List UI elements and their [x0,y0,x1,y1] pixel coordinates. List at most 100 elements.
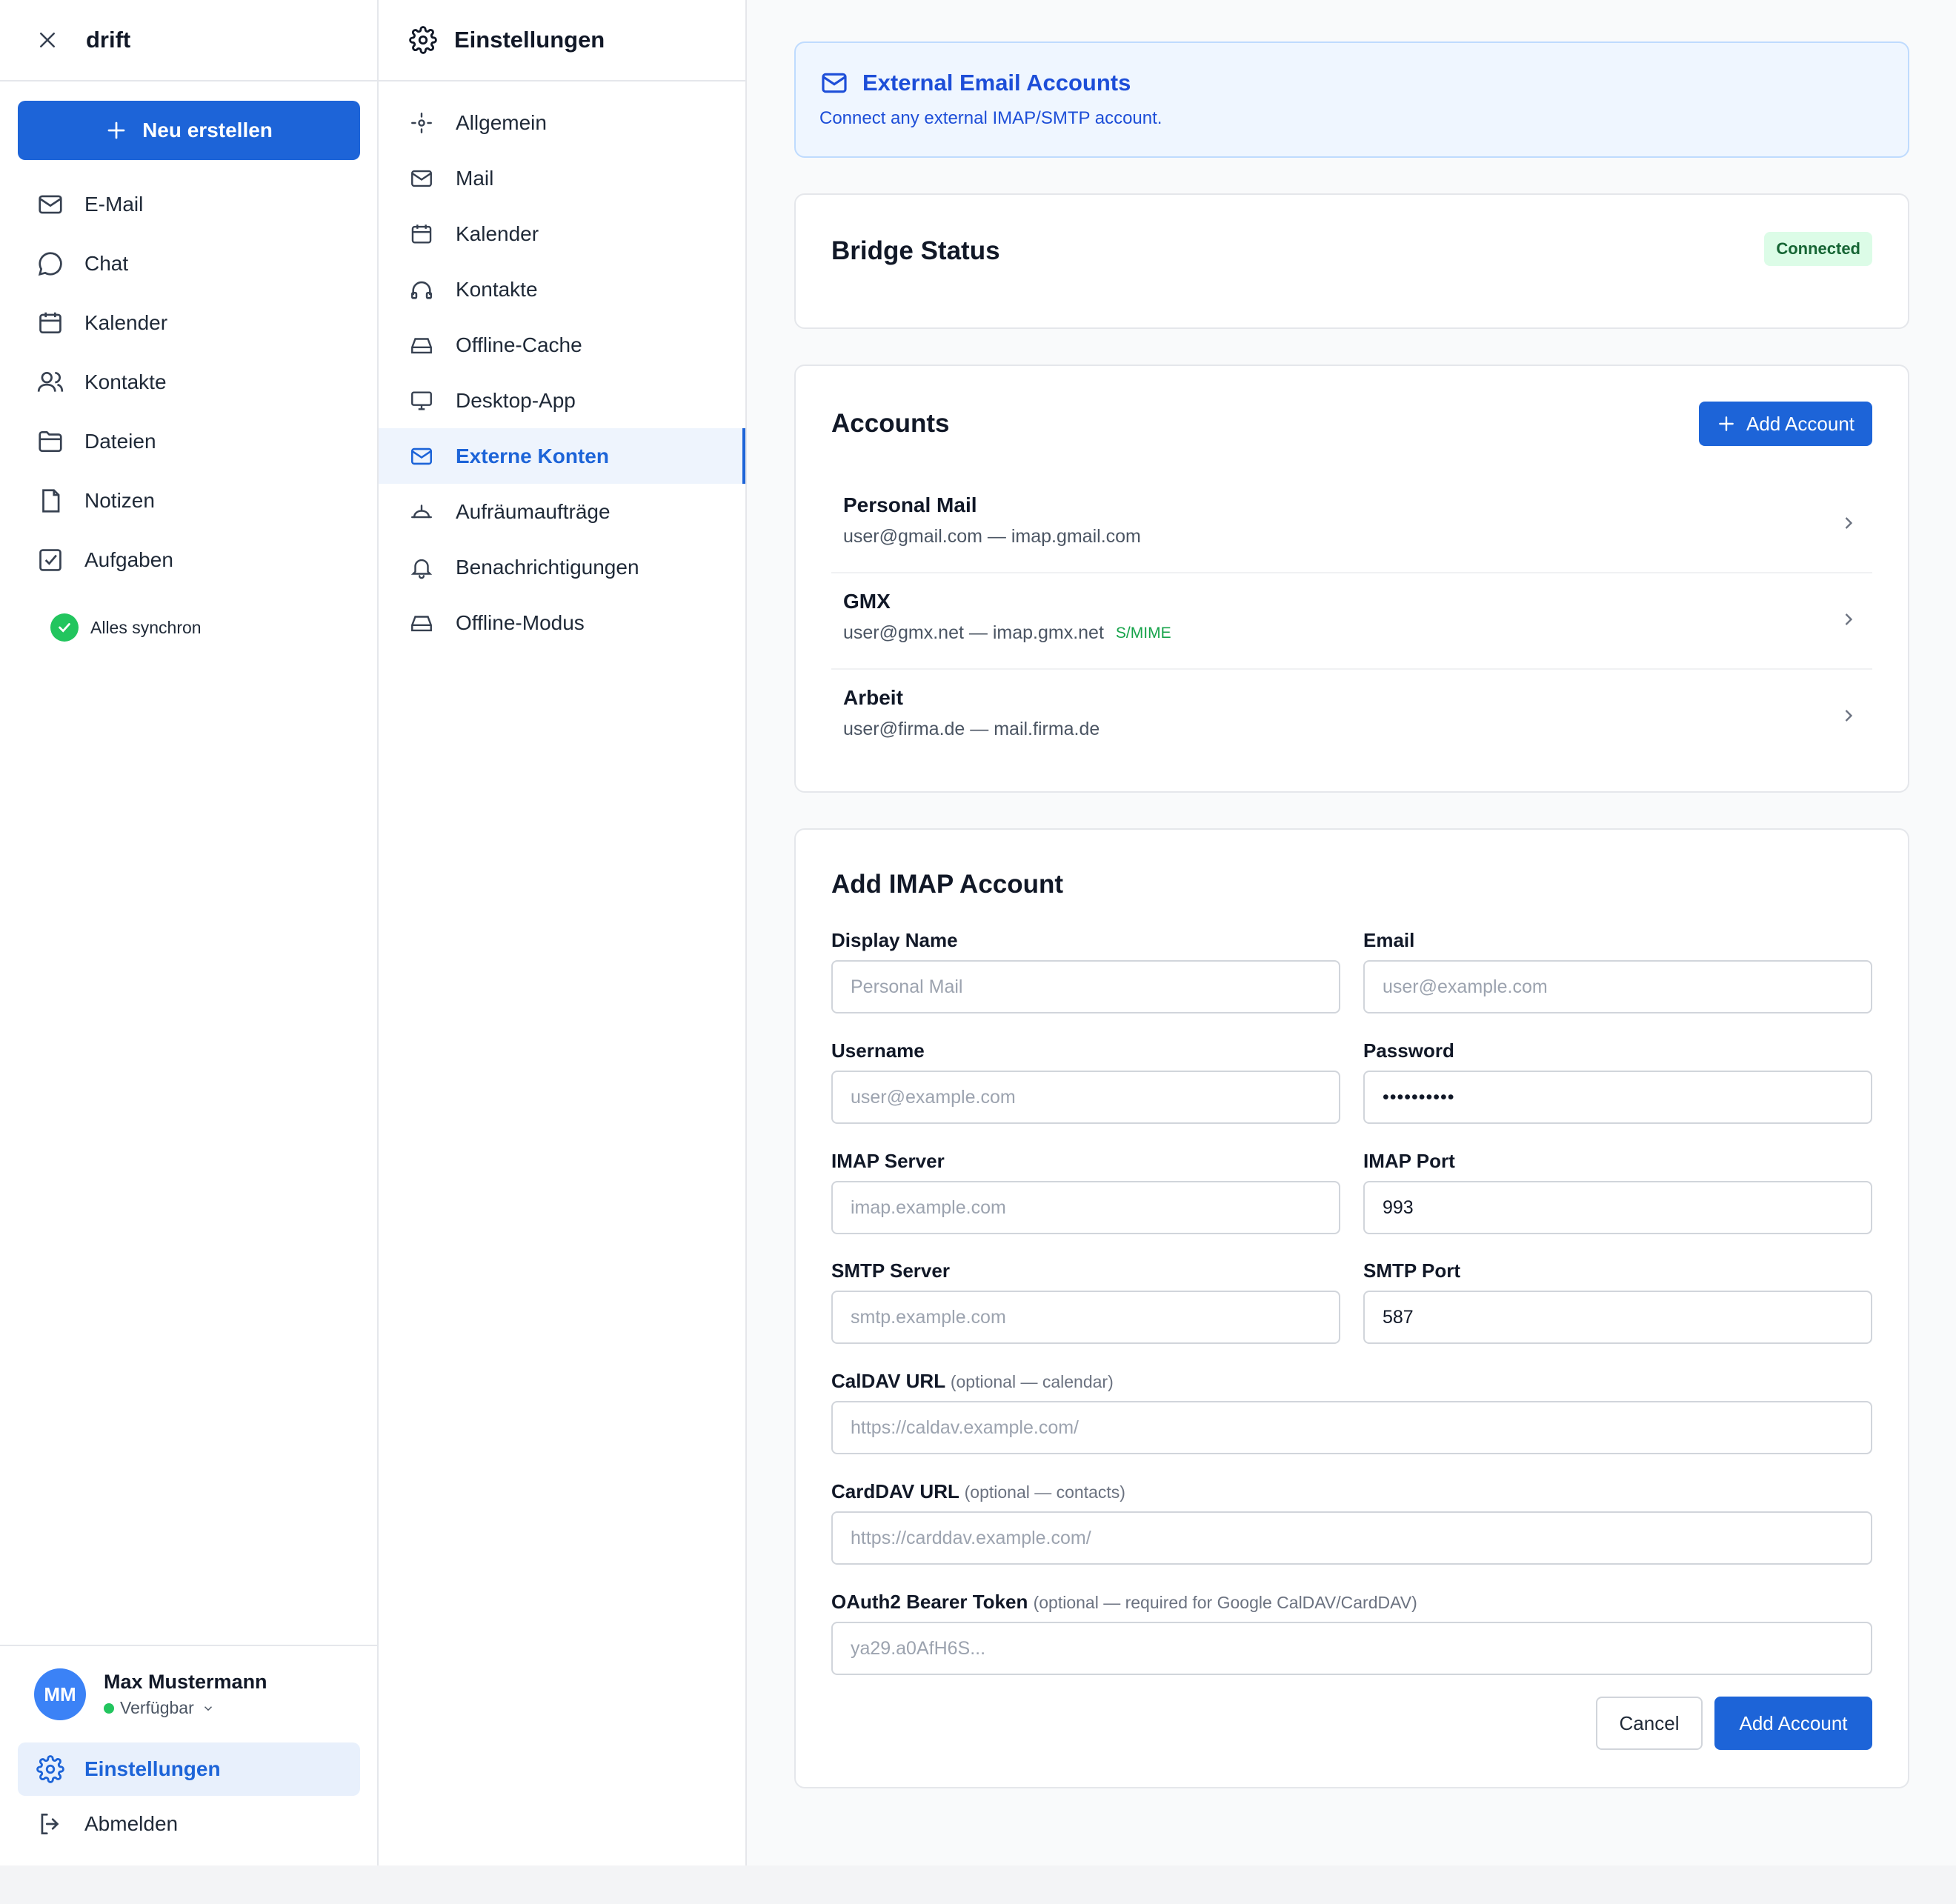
add-account-button[interactable]: Add Account [1699,402,1872,446]
sidebar-item-files[interactable]: Dateien [18,412,360,471]
smtp-port-label: SMTP Port [1363,1259,1460,1282]
settings-item-label: Externe Konten [456,444,609,467]
display-name-field[interactable]: Personal Mail [831,960,1340,1013]
check-circle-icon [50,613,79,642]
caldav-label: CalDAV URL (optional — calendar) [831,1370,1114,1393]
new-create-button[interactable]: Neu erstellen [18,101,360,160]
chevron-right-icon [1845,517,1853,529]
mail-icon [408,443,435,470]
sidebar-item-chat[interactable]: Chat [18,234,360,293]
user-name: Max Mustermann [104,1671,267,1693]
calendar-icon [408,221,435,247]
app-window: drift Neu erstellen E-Mail Chat Kalender… [0,0,1956,1865]
sidebar-item-label: Notizen [84,489,155,512]
smtp-port-field[interactable]: 587 [1363,1291,1872,1344]
accounts-card: Accounts Add Account Personal Mail user@… [794,365,1909,793]
bridge-status-card: Bridge Status Connected [794,193,1909,329]
settings-item-cleanup-jobs[interactable]: Aufräumaufträge [379,484,745,539]
caldav-label-text: CalDAV URL [831,1370,945,1392]
carddav-label: CardDAV URL (optional — contacts) [831,1480,1125,1503]
drive-icon [408,610,435,636]
bell-icon [408,554,435,581]
avatar: MM [34,1668,86,1720]
imap-server-field[interactable]: imap.example.com [831,1181,1340,1234]
carddav-url-field[interactable]: https://carddav.example.com/ [831,1511,1872,1565]
password-label: Password [1363,1039,1454,1062]
settings-item-external-accounts[interactable]: Externe Konten [379,428,745,484]
chat-icon [36,249,65,279]
logout-label: Abmelden [84,1812,179,1835]
bridge-status-title: Bridge Status [831,236,1000,265]
oauth-label-text: OAuth2 Bearer Token [831,1591,1028,1613]
sync-status-label: Alles synchron [90,617,202,637]
mail-icon [36,190,65,219]
settings-item-offline-cache[interactable]: Offline-Cache [379,317,745,373]
settings-item-calendar[interactable]: Kalender [379,206,745,262]
smtp-server-field[interactable]: smtp.example.com [831,1291,1340,1344]
imap-port-field[interactable]: 993 [1363,1181,1872,1234]
headphones-icon [408,276,435,303]
sidebar-item-contacts[interactable]: Kontakte [18,353,360,412]
sidebar-item-calendar[interactable]: Kalender [18,293,360,353]
account-detail: user@gmail.com — imap.gmail.com [843,526,1141,547]
password-field[interactable]: •••••••••• [1363,1071,1872,1124]
imap-server-label: IMAP Server [831,1150,945,1172]
carddav-label-text: CardDAV URL [831,1480,959,1502]
sidebar-item-tasks[interactable]: Aufgaben [18,530,360,590]
mail-icon [408,165,435,192]
account-detail: user@gmx.net — imap.gmx.net [843,622,1104,643]
sidebar-item-label: Kalender [84,311,168,334]
imap-port-label: IMAP Port [1363,1150,1455,1172]
chevron-down-icon [204,1705,212,1711]
sidebar: drift Neu erstellen E-Mail Chat Kalender… [0,0,379,1865]
settings-item-notifications[interactable]: Benachrichtigungen [379,539,745,595]
settings-item-desktop-app[interactable]: Desktop-App [379,373,745,428]
list-item[interactable]: Arbeit user@firma.de — mail.firma.de [831,670,1872,766]
main-content: External Email Accounts Connect any exte… [747,0,1956,1865]
add-account-label: Add Account [1746,412,1854,435]
settings-item-general[interactable]: Allgemein [379,95,745,150]
banner-title: External Email Accounts [862,70,1131,96]
monitor-icon [408,387,435,414]
sidebar-item-label: Kontakte [84,370,167,393]
email-field[interactable]: user@example.com [1363,960,1872,1013]
sidebar-item-email[interactable]: E-Mail [18,175,360,234]
user-profile[interactable]: MM Max Mustermann Verfügbar [34,1668,267,1720]
account-detail: user@firma.de — mail.firma.de [843,719,1100,739]
sidebar-header: drift [0,0,377,81]
sidebar-item-notes[interactable]: Notizen [18,471,360,530]
gear-icon [408,25,438,55]
settings-item-contacts[interactable]: Kontakte [379,262,745,317]
caldav-url-field[interactable]: https://caldav.example.com/ [831,1401,1872,1454]
logout-button[interactable]: Abmelden [18,1797,360,1851]
oauth-token-field[interactable]: ya29.a0AfH6S... [831,1622,1872,1675]
settings-item-offline-mode[interactable]: Offline-Modus [379,595,745,650]
sidebar-item-label: Dateien [84,430,156,453]
settings-label: Einstellungen [84,1757,221,1780]
status-badge: Connected [1764,232,1872,266]
list-item[interactable]: Personal Mail user@gmail.com — imap.gmai… [831,477,1872,573]
status-dot [104,1702,114,1714]
close-icon[interactable] [30,22,65,58]
sweep-icon [408,499,435,525]
oauth-label: OAuth2 Bearer Token (optional — required… [831,1591,1417,1614]
settings-item-label: Kalender [456,222,539,245]
username-field[interactable]: user@example.com [831,1071,1340,1124]
settings-item-mail[interactable]: Mail [379,150,745,206]
accounts-list: Personal Mail user@gmail.com — imap.gmai… [831,477,1872,766]
oauth-hint: (optional — required for Google CalDAV/C… [1033,1593,1417,1612]
cancel-button[interactable]: Cancel [1596,1697,1703,1750]
info-banner: External Email Accounts Connect any exte… [794,41,1909,158]
account-name: GMX [843,590,891,613]
user-status[interactable]: Verfügbar [104,1698,267,1718]
users-icon [36,367,65,397]
account-name: Arbeit [843,686,903,709]
gear-icon [36,1754,65,1784]
list-item[interactable]: GMX user@gmx.net — imap.gmx.net S/MIME [831,573,1872,670]
accounts-title: Accounts [831,409,950,438]
account-name: Personal Mail [843,493,977,516]
app-brand: drift [86,27,131,53]
sidebar-item-settings[interactable]: Einstellungen [18,1742,360,1796]
submit-add-account-button[interactable]: Add Account [1714,1697,1872,1750]
settings-item-label: Allgemein [456,110,547,134]
